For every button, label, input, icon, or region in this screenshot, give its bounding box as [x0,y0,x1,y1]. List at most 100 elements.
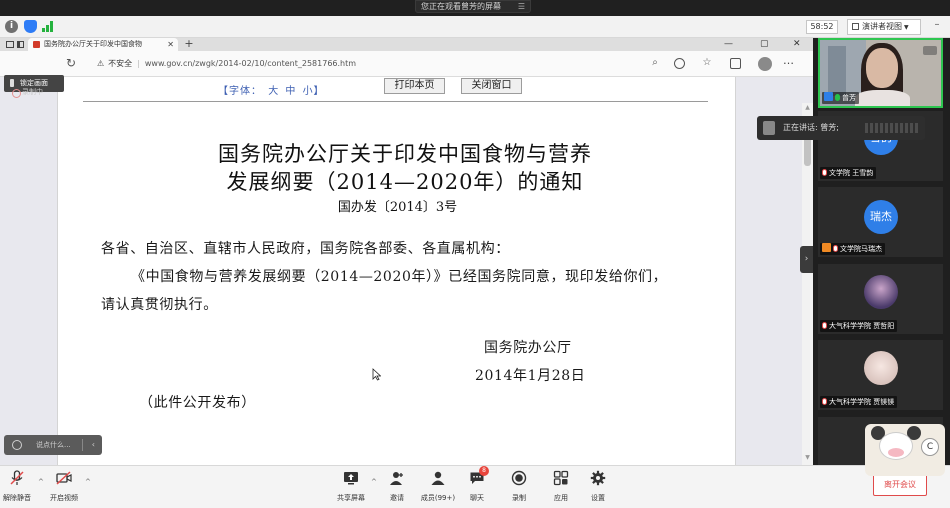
mascot-badge: C [921,438,939,456]
start-video-label: 开启视频 [50,494,78,502]
quick-chat-input[interactable]: 说点什么... ‹ [4,435,102,455]
mic-muted-icon [822,398,827,405]
document-title-line2: 发展纲要（2014—2020年）的通知 [226,170,584,194]
window-close-icon[interactable]: ✕ [793,38,801,50]
site-favicon-icon [33,41,40,48]
participant-tile-speaker[interactable]: 曾芳 [818,38,943,108]
mic-on-icon [835,94,840,101]
collections-icon[interactable] [730,58,741,69]
mascot-sticker: C [865,424,945,476]
video-background-shelf [828,46,846,96]
participant-name: 大气科学学院 贾镁镁 [829,398,895,406]
chat-label: 聊天 [470,494,484,502]
font-size-medium-link[interactable]: 中 [285,86,296,97]
tracking-icon[interactable] [674,58,685,69]
tab-actions[interactable] [2,39,26,50]
view-mode-button[interactable]: 演讲者视图 ▼ [847,19,921,35]
add-user-icon [390,472,403,485]
settings-label: 设置 [591,494,605,502]
speaker-thumbnail-icon [763,121,775,135]
start-video-button[interactable]: 开启视频 [42,470,86,506]
font-size-selector: 【字体： 大 中 小】 [218,82,327,97]
unmute-button[interactable]: 解除静音 [0,470,39,506]
unread-badge: 8 [479,466,489,476]
profile-avatar[interactable] [758,57,772,71]
grid-icon [852,23,859,30]
shared-browser-window: 国务院办公厅关于印发中国食物 ✕ + — ▢ ✕ ↻ ⚠ 不安全 | www.gov.… [0,38,813,465]
share-screen-icon [344,472,358,485]
publish-note: （此件公开发布） [139,395,256,411]
document-date: 2014年1月28日 [475,368,586,384]
recording-indicator: 录制中 [10,88,60,98]
info-icon[interactable]: i [5,20,18,33]
vertical-tabs-icon[interactable] [17,41,24,48]
collapse-panel-icon[interactable]: › [800,246,813,273]
participant-name: 大气科学学院 贾哲阳 [829,322,895,330]
print-page-button[interactable]: 打印本页 [384,78,445,94]
more-icon[interactable]: … [783,54,794,67]
invite-label: 邀请 [390,494,404,502]
insecure-label: 不安全 [108,59,133,68]
signal-strength-icon[interactable] [42,21,54,32]
header-divider [83,101,708,102]
zoom-icon[interactable]: ⌕ [648,56,662,70]
active-speaker-indicator: 正在讲话: 曾芳; [757,116,925,140]
minimize-icon[interactable]: – [931,20,943,32]
banner-menu-icon[interactable]: ☰ [518,1,525,12]
avatar-image [864,351,898,385]
favorites-icon[interactable]: ☆ [700,56,714,70]
close-tab-icon[interactable]: ✕ [167,38,174,51]
leave-meeting-button[interactable]: 离开会议 [873,473,927,496]
participant-name-tag: 曾芳 [822,92,859,104]
new-tab-icon[interactable]: + [183,38,195,51]
record-button[interactable]: 录制 [497,470,541,506]
participant-tile[interactable]: 大气科学学院 贾镁镁 [818,340,943,410]
scroll-down-icon[interactable]: ▼ [804,454,811,461]
chat-divider [82,439,83,451]
window-maximize-icon[interactable]: ▢ [760,38,769,50]
tab-title: 国务院办公厅关于印发中国食物 [44,40,142,48]
shield-icon[interactable] [24,20,37,33]
members-label: 成员(99+) [420,494,456,502]
document-number: 国办发〔2014〕3号 [337,200,458,215]
record-label: 录制 [512,494,526,502]
document-issuer: 国务院办公厅 [484,340,572,356]
members-button[interactable]: 成员(99+) [416,470,460,506]
avatar-image [864,275,898,309]
invite-button[interactable]: 邀请 [375,470,419,506]
sharing-banner-text: 您正在观看曾芳的屏幕 [421,2,501,11]
chevron-left-icon[interactable]: ‹ [92,435,95,455]
screen-share-banner[interactable]: 您正在观看曾芳的屏幕 ☰ [415,0,531,13]
participant-name-tag: 文学院马瑞杰 [820,243,885,255]
share-screen-button[interactable]: 共享屏幕 [329,470,373,506]
participant-tile[interactable]: 大气科学学院 贾哲阳 [818,264,943,334]
mic-muted-icon [10,470,24,485]
host-icon [824,92,833,101]
settings-button[interactable]: 设置 [576,470,620,506]
document-paragraph-line2: 请认真贯彻执行。 [101,297,218,313]
chat-button[interactable]: 8 聊天 [455,466,499,506]
camera-off-icon [56,471,72,485]
chevron-down-icon: ▼ [904,24,909,31]
audio-wave-icon [865,123,919,133]
font-size-small-link[interactable]: 小】 [303,86,325,97]
members-icon [431,471,445,485]
participant-name: 文学院 王雪韵 [829,169,874,177]
workspaces-icon[interactable] [6,41,14,48]
mascot-nose [888,448,904,457]
emoji-icon[interactable] [12,440,22,450]
participant-name: 文学院马瑞杰 [840,245,882,253]
window-minimize-icon[interactable]: — [724,38,733,50]
participant-tile[interactable]: 瑞杰 文学院马瑞杰 [818,187,943,257]
font-size-large-link[interactable]: 大 [268,86,279,97]
close-window-button[interactable]: 关闭窗口 [461,78,522,94]
browser-tab-active[interactable]: 国务院办公厅关于印发中国食物 ✕ [28,38,178,51]
scroll-up-icon[interactable]: ▲ [804,104,811,111]
url-text: www.gov.cn/zwgk/2014-02/10/content_25817… [144,59,357,68]
video-options-caret[interactable]: ^ [85,478,91,486]
unmute-label: 解除静音 [3,494,31,502]
participant-name-tag: 大气科学学院 贾镁镁 [820,396,898,408]
reload-icon[interactable]: ↻ [64,56,78,70]
tile-options-icon[interactable] [923,46,937,55]
record-icon [511,470,527,486]
